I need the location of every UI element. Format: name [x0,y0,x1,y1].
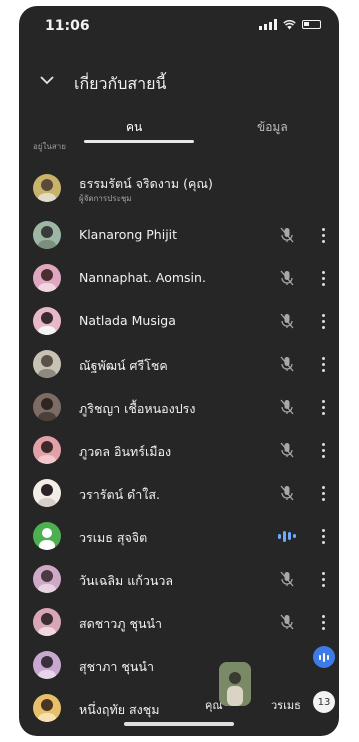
participant-name: วรเมธ สุจจิต [79,530,148,545]
participant-name: Klanarong Phijit [79,227,178,242]
mic-off-icon [280,614,294,630]
participant-name: สุชาภา ชุนนำ [79,659,154,674]
battery-icon [302,20,321,29]
avatar [33,694,61,722]
participant-row[interactable]: ธรรมรัตน์ จริดงาม (คุณ) ผู้จัดการประชุม [19,168,339,208]
mic-off-icon [280,356,294,372]
speaker-label: วรเมธ [271,699,301,712]
participant-row[interactable]: Klanarong Phijit [19,215,339,255]
avatar [33,522,61,550]
more-vert-icon[interactable] [319,612,327,632]
participant-name: หนึ่งฤทัย สงชุม [79,702,160,717]
self-video-tile[interactable] [219,662,251,706]
tab-underline [84,140,194,143]
participant-row[interactable]: วรารัตน์ ดำใส. [19,473,339,513]
participant-name: วันเฉลิม แก้วนวล [79,573,174,588]
participant-row[interactable]: สดชาวภู ชุนนำ [19,602,339,642]
header: เกี่ยวกับสายนี้ [19,64,339,104]
more-vert-icon[interactable] [319,268,327,288]
mic-off-icon [280,313,294,329]
mic-off-icon [280,399,294,415]
participant-row[interactable]: ณัฐพัฒน์ ศรีโชค [19,344,339,384]
mic-off-icon [280,485,294,501]
signal-icon [259,19,277,30]
avatar [33,565,61,593]
participant-count-badge[interactable]: 13 [313,691,335,713]
tab-bar: คน ข้อมูล [19,110,339,146]
participant-row[interactable]: วรเมธ สุจจิต [19,516,339,556]
participant-row[interactable]: วันเฉลิม แก้วนวล [19,559,339,599]
status-time: 11:06 [45,18,90,34]
mic-off-icon [280,270,294,286]
audio-level-button[interactable] [313,646,335,668]
avatar [33,608,61,636]
tab-people[interactable]: คน [126,118,142,137]
mic-off-icon [280,442,294,458]
participant-row[interactable]: ภูริชญา เชื้อหนองปรง [19,387,339,427]
more-vert-icon[interactable] [319,526,327,546]
home-indicator [124,722,234,726]
participant-row[interactable]: สุชาภา ชุนนำ [19,645,339,685]
avatar [33,350,61,378]
avatar [33,393,61,421]
more-vert-icon[interactable] [319,397,327,417]
wifi-icon [283,19,296,30]
participant-row[interactable]: Natlada Musiga [19,301,339,341]
more-vert-icon[interactable] [319,483,327,503]
participant-name: Natlada Musiga [79,313,176,328]
avatar [33,479,61,507]
participant-row[interactable]: ภูวดล อินทร์เมือง [19,430,339,470]
status-bar: 11:06 [19,6,339,46]
avatar [33,221,61,249]
self-label: คุณ [205,699,223,712]
phone-screen: 11:06 เกี่ยวกับสายนี้ คน ข้อมูล อยู่ในสา… [19,6,339,736]
page-title: เกี่ยวกับสายนี้ [74,74,167,93]
participant-name: วรารัตน์ ดำใส. [79,487,160,502]
avatar [33,264,61,292]
more-vert-icon[interactable] [319,440,327,460]
avatar [33,307,61,335]
more-vert-icon[interactable] [319,311,327,331]
tab-info[interactable]: ข้อมูล [257,118,288,137]
avatar [33,651,61,679]
more-vert-icon[interactable] [319,569,327,589]
more-vert-icon[interactable] [319,225,327,245]
participant-row[interactable]: Nannaphat. Aomsin. [19,258,339,298]
avatar [33,174,61,202]
more-vert-icon[interactable] [319,354,327,374]
participant-name: ธรรมรัตน์ จริดงาม (คุณ) [79,176,213,191]
status-icons [259,19,321,30]
participant-name: สดชาวภู ชุนนำ [79,616,163,631]
mic-off-icon [280,571,294,587]
participant-name: Nannaphat. Aomsin. [79,270,206,285]
speaking-indicator-icon [277,529,297,543]
participant-name: ภูวดล อินทร์เมือง [79,444,172,459]
avatar [33,436,61,464]
section-label: อยู่ในสาย [33,142,66,151]
participant-role: ผู้จัดการประชุม [79,194,132,203]
chevron-down-icon[interactable] [37,70,57,90]
participant-name: ภูริชญา เชื้อหนองปรง [79,401,196,416]
mic-off-icon [280,227,294,243]
participant-name: ณัฐพัฒน์ ศรีโชค [79,358,168,373]
